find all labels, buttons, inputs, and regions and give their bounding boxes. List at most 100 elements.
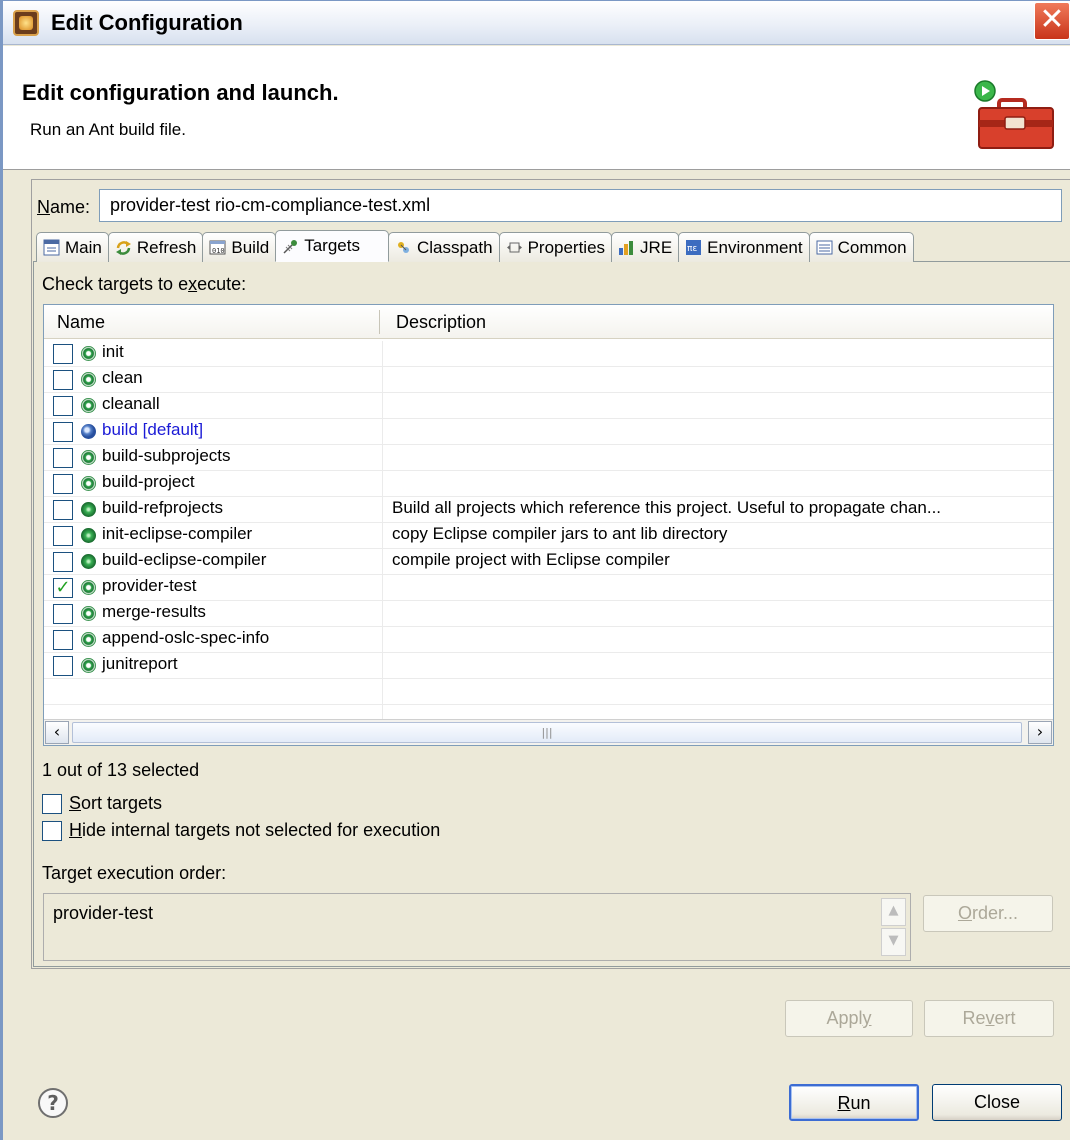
title-bar[interactable]: Edit Configuration ✕	[3, 1, 1070, 45]
svg-text:010: 010	[212, 247, 225, 255]
tab-build-label: Build	[231, 237, 270, 257]
name-input[interactable]: provider-test rio-cm-compliance-test.xml	[99, 189, 1062, 222]
sort-targets-label[interactable]: Sort targets	[69, 793, 162, 814]
name-label: Name:	[37, 197, 91, 217]
table-row[interactable]: build-subprojects	[44, 445, 1053, 471]
target-name: build-subprojects	[102, 446, 231, 465]
target-description: Build all projects which reference this …	[392, 498, 942, 517]
target-name: clean	[102, 368, 143, 387]
table-row[interactable]: build [default]	[44, 419, 1053, 445]
tab-refresh[interactable]: Refresh	[107, 232, 204, 262]
order-button: Order...	[923, 895, 1053, 932]
environment-icon: πε	[686, 240, 702, 255]
tab-environment[interactable]: πε Environment	[678, 232, 810, 262]
target-checkbox[interactable]: ✓	[53, 578, 73, 598]
tab-targets[interactable]: Targets	[275, 230, 389, 262]
table-row[interactable]: clean	[44, 367, 1053, 393]
target-name: provider-test	[102, 576, 197, 595]
column-header-description[interactable]: Description	[396, 312, 486, 333]
hide-internal-checkbox[interactable]	[42, 821, 62, 841]
scroll-right-button[interactable]: ›	[1028, 721, 1052, 744]
chevron-down-icon: ▼	[888, 933, 899, 948]
target-name: build-eclipse-compiler	[102, 550, 267, 569]
close-button[interactable]: Close	[932, 1084, 1062, 1121]
ant-app-icon	[13, 10, 39, 36]
apply-button: Apply	[785, 1000, 913, 1037]
tab-jre[interactable]: JRE	[611, 232, 680, 262]
target-name: append-oslc-spec-info	[102, 628, 270, 647]
target-icon	[81, 502, 96, 517]
main-tab-icon	[43, 239, 60, 256]
scroll-thumb[interactable]: |||	[72, 722, 1022, 743]
tab-classpath[interactable]: Classpath	[387, 232, 500, 262]
tab-targets-label: Targets	[304, 236, 360, 255]
target-checkbox[interactable]	[53, 396, 73, 416]
target-icon	[81, 372, 96, 387]
help-button[interactable]: ?	[38, 1088, 68, 1118]
target-checkbox[interactable]	[53, 500, 73, 520]
header-subtitle: Run an Ant build file.	[30, 120, 186, 139]
target-name: build-refprojects	[102, 498, 223, 517]
target-checkbox[interactable]	[53, 552, 73, 572]
table-row[interactable]: init-eclipse-compiler copy Eclipse compil…	[44, 523, 1053, 549]
column-divider-line	[382, 445, 383, 471]
column-divider-line	[382, 549, 383, 575]
table-row[interactable]: cleanall	[44, 393, 1053, 419]
tab-main-label: Main	[65, 237, 102, 257]
column-divider-line	[382, 471, 383, 497]
target-checkbox[interactable]	[53, 630, 73, 650]
sort-targets-checkbox[interactable]	[42, 794, 62, 814]
execution-order-box[interactable]: provider-test ▲ ▼	[43, 893, 911, 961]
default-target-icon	[81, 424, 96, 439]
table-row[interactable]: merge-results	[44, 601, 1053, 627]
target-name: init	[102, 342, 124, 361]
table-row[interactable]: ✓ provider-test	[44, 575, 1053, 601]
close-window-button[interactable]: ✕	[1034, 2, 1070, 40]
help-icon: ?	[47, 1091, 59, 1115]
table-row[interactable]: build-project	[44, 471, 1053, 497]
common-icon	[816, 240, 833, 255]
targets-icon	[283, 239, 298, 254]
horizontal-scrollbar[interactable]: ‹ ||| ›	[44, 719, 1053, 745]
column-divider-line	[382, 367, 383, 393]
target-checkbox[interactable]	[53, 526, 73, 546]
scroll-left-button[interactable]: ‹	[45, 721, 69, 744]
target-icon	[81, 580, 96, 595]
table-row[interactable]: build-refprojects Build all projects whic…	[44, 497, 1053, 523]
tab-common-label: Common	[837, 237, 907, 257]
svg-text:πε: πε	[687, 244, 697, 254]
column-header-name[interactable]: Name	[57, 312, 105, 333]
column-divider-line	[382, 419, 383, 445]
table-row[interactable]: init	[44, 341, 1053, 367]
refresh-icon	[115, 241, 131, 255]
tab-properties[interactable]: Properties	[498, 232, 613, 262]
header-title: Edit configuration and launch.	[22, 80, 339, 105]
column-divider[interactable]	[379, 310, 380, 334]
tab-main[interactable]: Main	[36, 232, 109, 262]
column-divider-line	[382, 601, 383, 627]
table-row[interactable]: append-oslc-spec-info	[44, 627, 1053, 653]
target-checkbox[interactable]	[53, 422, 73, 442]
tab-classpath-label: Classpath	[416, 237, 493, 257]
target-checkbox[interactable]	[53, 604, 73, 624]
hide-internal-label[interactable]: Hide internal targets not selected for e…	[69, 820, 440, 841]
window-title: Edit Configuration	[51, 10, 243, 35]
scroll-up-button: ▲	[881, 898, 906, 926]
selection-status: 1 out of 13 selected	[42, 760, 200, 780]
target-icon	[81, 554, 96, 569]
target-checkbox[interactable]	[53, 344, 73, 364]
target-checkbox[interactable]	[53, 448, 73, 468]
build-icon: 010	[209, 240, 226, 255]
tab-common[interactable]: Common	[808, 232, 914, 262]
tab-build[interactable]: 010 Build	[202, 232, 277, 262]
target-checkbox[interactable]	[53, 370, 73, 390]
table-row[interactable]: junitreport	[44, 653, 1053, 679]
tab-strip: Main Refresh 010 Build Targets Classpath…	[36, 230, 914, 262]
target-checkbox[interactable]	[53, 656, 73, 676]
run-button[interactable]: Run	[789, 1084, 919, 1121]
table-row[interactable]: build-eclipse-compiler compile project wi…	[44, 549, 1053, 575]
target-checkbox[interactable]	[53, 474, 73, 494]
execution-order-value: provider-test	[53, 903, 154, 923]
empty-table-row	[44, 679, 1053, 705]
target-icon	[81, 398, 96, 413]
